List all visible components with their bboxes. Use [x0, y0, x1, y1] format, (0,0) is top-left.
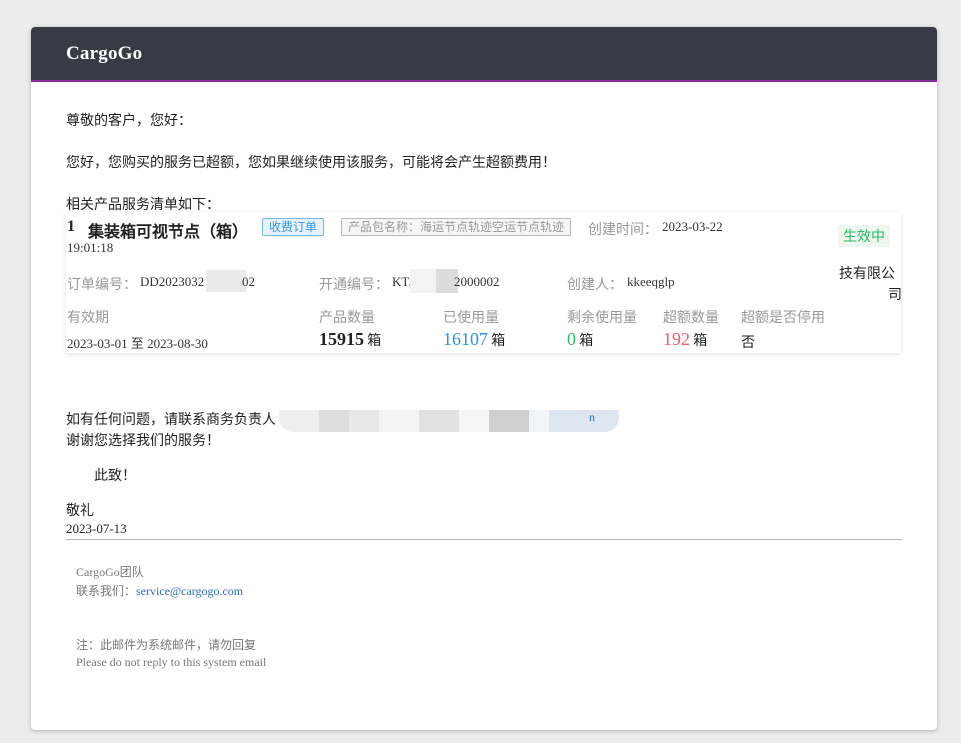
stopped-value: 否 — [741, 336, 755, 351]
over-unit: 箱 — [693, 334, 708, 349]
salute-text: 敬礼 — [66, 504, 94, 519]
order-no-label: 订单编号： — [67, 278, 137, 293]
open-no-value: KT. — [392, 274, 412, 289]
brand-logo: CargoGo — [66, 43, 143, 64]
stopped-label: 超额是否停用 — [741, 311, 825, 326]
created-date: 2023-03-22 — [662, 219, 723, 234]
open-no-tail: 2000002 — [454, 274, 500, 289]
footer-email-link[interactable]: service@cargogo.com — [136, 584, 243, 598]
used-value-group: 16107 箱 — [443, 329, 505, 350]
footer-note-cn: 注：此邮件为系统邮件，请勿回复 — [76, 638, 257, 652]
order-card: 1 集装箱可视节点（箱） 收费订单 产品包名称：海运节点轨迹空运节点轨迹 创建时… — [66, 212, 902, 353]
footer-note-en: Please do not reply to this system email — [76, 655, 267, 669]
used-value: 16107 — [443, 329, 488, 349]
contact-line: 如有任何问题，请联系商务负责人 — [66, 413, 276, 428]
regards-text: 此致！ — [94, 469, 136, 484]
email-card: CargoGo 尊敬的客户，您好： 您好，您购买的服务已超额，您如果继续使用该服… — [31, 27, 937, 730]
creator-label: 创建人： — [567, 278, 623, 293]
creator-value: kkeeqglp — [627, 274, 675, 289]
greeting: 尊敬的客户，您好： — [66, 114, 192, 129]
used-unit: 箱 — [491, 334, 506, 349]
remain-label: 剩余使用量 — [567, 311, 637, 326]
email-header: CargoGo — [31, 27, 937, 82]
paid-order-tag: 收费订单 — [262, 218, 325, 236]
list-intro: 相关产品服务清单如下： — [66, 198, 220, 213]
remain-unit: 箱 — [579, 334, 594, 349]
order-product-name: 集装箱可视节点（箱） — [88, 224, 249, 241]
redacted-blur — [410, 269, 436, 293]
footer-contact-label: 联系我们： — [76, 584, 137, 598]
order-no-value: DD2023032 — [140, 274, 205, 289]
validity-value: 2023-03-01 至 2023-08-30 — [67, 336, 208, 351]
order-no-tail: 02 — [242, 274, 255, 289]
qty-value: 15915 — [319, 329, 364, 349]
status-badge: 生效中 — [838, 225, 890, 247]
qty-value-group: 15915 箱 — [319, 329, 381, 350]
qty-unit: 箱 — [367, 334, 382, 349]
company-name-line1: 技有限公 — [839, 267, 895, 282]
redacted-blur — [206, 270, 246, 292]
order-index: 1 — [67, 218, 75, 235]
email-date: 2023-07-13 — [66, 521, 127, 536]
over-value: 192 — [663, 329, 690, 349]
footer-contact: 联系我们：service@cargogo.com — [76, 582, 243, 599]
contact-email-tail[interactable]: n — [589, 410, 595, 425]
used-label: 已使用量 — [443, 311, 499, 326]
remain-value-group: 0 箱 — [567, 329, 593, 350]
thanks-text: 谢谢您选择我们的服务！ — [66, 434, 220, 449]
company-name-line2: 司 — [888, 288, 902, 303]
notice-text: 您好，您购买的服务已超额，您如果继续使用该服务，可能将会产生超额费用！ — [66, 156, 556, 171]
validity-label: 有效期 — [67, 311, 109, 326]
open-no-label: 开通编号： — [319, 278, 389, 293]
package-name-tag: 产品包名称：海运节点轨迹空运节点轨迹 — [341, 218, 572, 236]
footer-team: CargoGo团队 — [76, 565, 144, 579]
created-label: 创建时间： — [588, 223, 658, 238]
redacted-contact-blur — [279, 410, 619, 432]
created-time: 19:01:18 — [67, 240, 114, 255]
remain-value: 0 — [567, 329, 576, 349]
qty-label: 产品数量 — [319, 311, 375, 326]
footer-divider — [66, 539, 902, 540]
over-value-group: 192 箱 — [663, 329, 707, 350]
over-label: 超额数量 — [663, 311, 719, 326]
